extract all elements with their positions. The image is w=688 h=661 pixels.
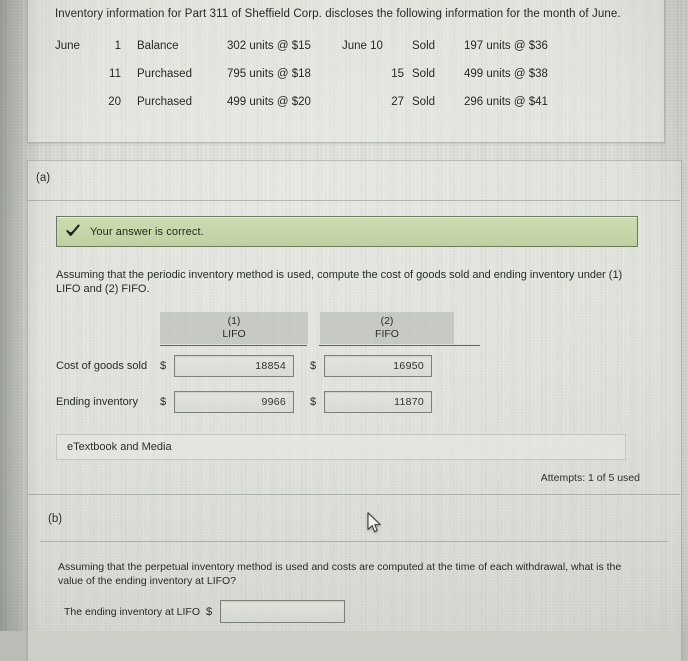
- cell-detail-2: 499 units @ $38: [464, 68, 548, 80]
- cogs-lifo-input[interactable]: [174, 354, 294, 377]
- column-header-lifo: (1) LIFO: [160, 312, 308, 344]
- cell-day: 11: [109, 68, 121, 80]
- cell-activity: Purchased: [137, 68, 192, 80]
- table-row: 20 Purchased 499 units @ $20 27 Sold 296…: [55, 96, 548, 124]
- divider-part-b-mid: [40, 541, 668, 542]
- part-a-prompt: Assuming that the periodic inventory met…: [56, 269, 623, 295]
- cell-activity: Balance: [137, 40, 179, 52]
- rule-lifo: [160, 345, 307, 346]
- currency-symbol: $: [310, 359, 317, 372]
- cell-detail: 499 units @ $20: [227, 96, 311, 108]
- row-cost-of-goods-sold: Cost of goods sold $ $: [56, 349, 454, 382]
- ending-inventory-lifo-group: $: [160, 390, 294, 413]
- cell-activity-2: Sold: [412, 68, 436, 80]
- correct-answer-text: Your answer is correct.: [90, 225, 204, 238]
- attempts-counter: Attempts: 1 of 5 used: [540, 472, 640, 484]
- divider-part-a: [28, 200, 680, 201]
- cell-day: 20: [108, 96, 121, 108]
- part-b-answer-row: The ending inventory at LIFO $: [64, 600, 345, 623]
- cell-day: 1: [114, 40, 121, 52]
- cell-activity-2: Sold: [412, 40, 436, 52]
- currency-symbol: $: [310, 395, 317, 408]
- row-label-cogs: Cost of goods sold: [56, 359, 148, 372]
- ending-inventory-lifo-input[interactable]: [174, 390, 294, 413]
- cell-detail: 795 units @ $18: [227, 68, 311, 80]
- cell-month: June: [55, 40, 80, 52]
- cell-detail: 302 units @ $15: [227, 40, 311, 52]
- ending-inventory-fifo-input[interactable]: [324, 390, 432, 413]
- cell-activity: Purchased: [137, 96, 192, 108]
- inventory-information-table: June 1 Balance 302 units @ $15 June 10 S…: [55, 40, 548, 124]
- part-b-label: (b): [48, 513, 63, 525]
- cogs-lifo-group: $: [160, 354, 294, 377]
- currency-symbol: $: [206, 605, 213, 618]
- table-row: 11 Purchased 795 units @ $18 15 Sold 499…: [55, 68, 548, 96]
- etextbook-and-media-button[interactable]: eTextbook and Media: [56, 434, 626, 460]
- column-method-lifo: LIFO: [222, 328, 246, 340]
- column-header-fifo: (2) FIFO: [320, 312, 454, 344]
- answer-grid-header: (1) LIFO (2) FIFO: [56, 312, 454, 344]
- header-spacer: [56, 312, 160, 344]
- cell-month-2: 27: [391, 96, 404, 108]
- cell-activity-2: Sold: [412, 96, 436, 108]
- column-method-fifo: FIFO: [375, 328, 399, 340]
- part-b-prompt: Assuming that the perpetual inventory me…: [58, 561, 622, 587]
- header-rules: [56, 345, 480, 346]
- answer-grid: (1) LIFO (2) FIFO Cost of goods sold $ $: [56, 312, 480, 418]
- currency-symbol: $: [160, 359, 167, 372]
- checkmark-icon: [66, 224, 80, 238]
- rule-spacer: [56, 345, 160, 346]
- row-label-ending-inventory: Ending inventory: [56, 395, 138, 408]
- part-b-answer-label: The ending inventory at LIFO: [64, 605, 200, 618]
- problem-intro-text: Inventory information for Part 311 of Sh…: [55, 8, 621, 20]
- table-row: June 1 Balance 302 units @ $15 June 10 S…: [55, 40, 548, 68]
- column-number-1: (1): [227, 315, 241, 327]
- cell-detail-2: 197 units @ $36: [464, 40, 548, 52]
- part-b-answer-input[interactable]: [220, 600, 345, 623]
- rule-fifo: [319, 345, 480, 346]
- divider-part-b-top: [28, 494, 680, 495]
- cogs-fifo-group: $: [310, 354, 432, 377]
- cell-month: [55, 96, 95, 124]
- currency-symbol: $: [160, 395, 167, 408]
- column-number-2: (2): [380, 315, 394, 327]
- cell-detail-2: 296 units @ $41: [464, 96, 548, 108]
- cell-month-2: June 10: [342, 40, 383, 52]
- etextbook-and-media-label: eTextbook and Media: [67, 441, 172, 453]
- ending-inventory-fifo-group: $: [310, 390, 432, 413]
- correct-answer-banner: Your answer is correct.: [56, 216, 638, 247]
- part-a-label: (a): [36, 172, 51, 184]
- cell-month-2: 15: [391, 68, 404, 80]
- cogs-fifo-input[interactable]: [324, 354, 432, 377]
- row-ending-inventory: Ending inventory $ $: [56, 385, 454, 418]
- mouse-cursor-icon: [367, 512, 382, 533]
- cell-month: [55, 68, 95, 96]
